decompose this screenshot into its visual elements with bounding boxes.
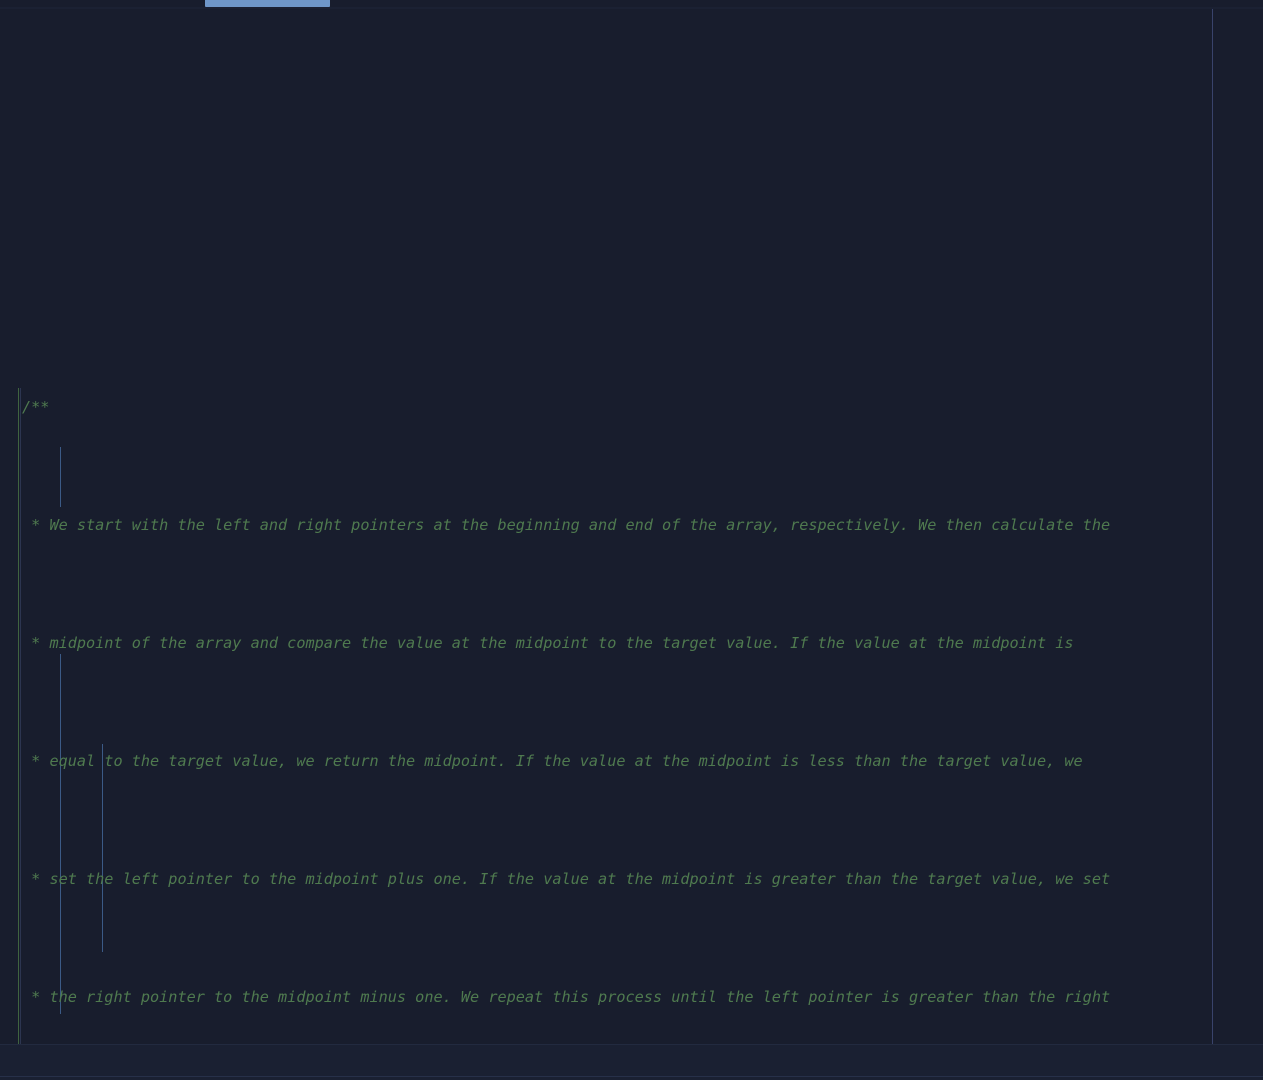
- javadoc-text: * midpoint of the array and compare the …: [22, 633, 1074, 652]
- javadoc-text: * equal to the target value, we return t…: [22, 751, 1083, 770]
- javadoc-text: * We start with the left and right point…: [22, 515, 1111, 534]
- indent-guide-level-0b: [20, 388, 21, 1044]
- code-line-4[interactable]: * equal to the target value, we return t…: [0, 747, 1263, 777]
- javadoc-open: /**: [22, 397, 50, 416]
- indent-guide-if-block: [60, 447, 61, 507]
- bottom-hairline: [0, 1076, 1263, 1077]
- code-text-area[interactable]: /** * We start with the left and right p…: [0, 9, 1263, 1044]
- code-line-3[interactable]: * midpoint of the array and compare the …: [0, 629, 1263, 659]
- javadoc-text: * the right pointer to the midpoint minu…: [22, 987, 1111, 1006]
- code-editor-window[interactable]: /** * We start with the left and right p…: [0, 0, 1263, 1080]
- indent-guide-while-block: [60, 654, 61, 1014]
- javadoc-text: * set the left pointer to the midpoint p…: [22, 869, 1111, 888]
- indent-guide-inner-elseif2: [102, 892, 103, 952]
- code-line-2[interactable]: * We start with the left and right point…: [0, 511, 1263, 541]
- indent-guide-level-0: [18, 388, 19, 1044]
- editor-tab-strip[interactable]: [0, 0, 1263, 9]
- bottom-panel[interactable]: [0, 1045, 1263, 1080]
- code-line-1[interactable]: /**: [0, 393, 1263, 423]
- active-tab-indicator[interactable]: [205, 0, 330, 7]
- code-line-6[interactable]: * the right pointer to the midpoint minu…: [0, 983, 1263, 1013]
- code-line-5[interactable]: * set the left pointer to the midpoint p…: [0, 865, 1263, 895]
